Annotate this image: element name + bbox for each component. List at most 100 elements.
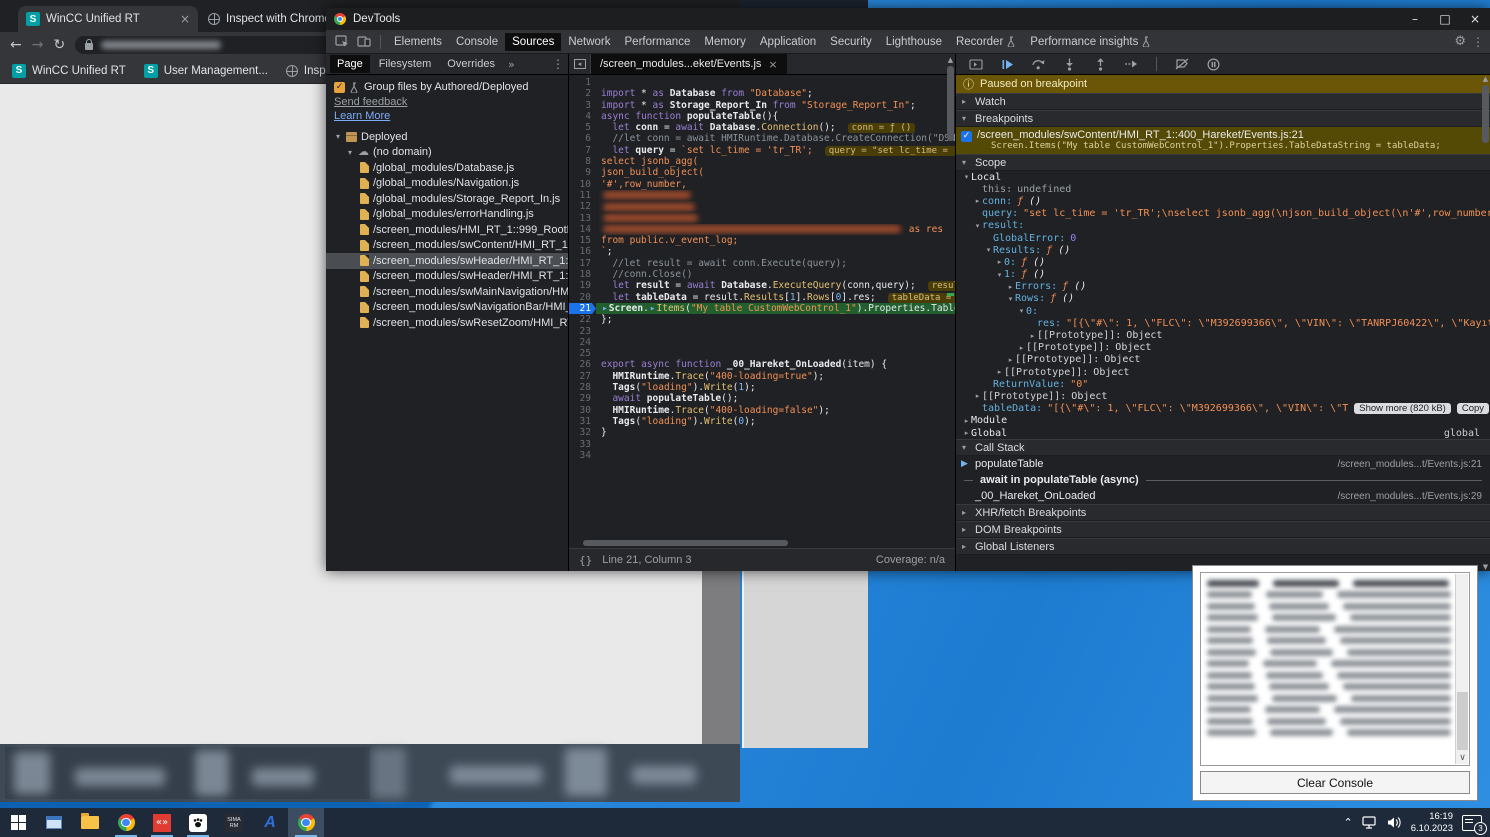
scope-row[interactable]: ▸0:ƒ () [956,256,1490,268]
scope-row[interactable]: GlobalError:0 [956,232,1490,244]
line-number[interactable]: 32 [569,427,596,438]
tree-file[interactable]: /screen_modules/swHeader/HMI_RT_1::Heade… [326,253,568,269]
paw-app-icon[interactable] [180,808,216,837]
navigator-tab-page[interactable]: Page [330,55,370,73]
line-number[interactable]: 23 [569,326,596,337]
toggle-sidebar-icon[interactable] [966,55,986,73]
debugger-scrollbar[interactable]: ▲ ▼ [1481,75,1490,571]
breakpoint-entry[interactable]: ✓ /screen_modules/swContent/HMI_RT_1::40… [956,127,1490,154]
red-app-icon[interactable]: «» [144,808,180,837]
pretty-print-icon[interactable]: {} [579,554,592,567]
scroll-down-icon[interactable]: ▼ [1481,563,1490,571]
tree-file[interactable]: /global_modules/Database.js [326,160,568,176]
devtools-tab-performance[interactable]: Performance [618,33,698,51]
volume-icon[interactable] [1387,816,1402,829]
devtools-tab-lighthouse[interactable]: Lighthouse [879,33,949,51]
back-button[interactable]: ← [10,37,22,53]
device-toolbar-icon[interactable] [354,33,374,51]
scope-row[interactable]: res:"[{\"#\": 1, \"FLC\": \"M392699366\"… [956,317,1490,329]
scope-row[interactable]: ▸conn:ƒ () [956,195,1490,207]
tree-node-domain[interactable]: ▾ ☁ (no domain) [326,145,568,161]
call-stack-frame[interactable]: _00_Hareket_OnLoaded/screen_modules...t/… [956,488,1490,504]
scrollbar-thumb[interactable] [947,66,954,141]
tree-file[interactable]: /global_modules/errorHandling.js [326,207,568,223]
line-number[interactable]: 34 [569,450,596,461]
navigator-tab--[interactable]: » [504,58,519,71]
start-button[interactable] [0,808,36,837]
devtools-tab-memory[interactable]: Memory [697,33,753,51]
learn-more-link[interactable]: Learn More [326,109,568,123]
chrome-active-taskbar-icon[interactable] [288,808,324,837]
log-console-content[interactable]: ∨ [1200,572,1470,766]
line-number[interactable]: 25 [569,348,596,359]
devtools-tab-sources[interactable]: Sources [505,33,561,51]
tree-file[interactable]: /screen_modules/swNavigationBar/HMI_RT_1… [326,300,568,316]
line-number[interactable]: 21 [569,303,596,314]
line-number[interactable]: 28 [569,382,596,393]
taskbar-system-app-icon[interactable] [36,808,72,837]
scope-row[interactable]: ▸Globalglobal [956,427,1490,439]
deactivate-breakpoints-icon[interactable] [1172,55,1192,73]
tree-file[interactable]: /global_modules/Navigation.js [326,176,568,192]
line-number[interactable]: 2 [569,88,596,99]
browser-tab-wincc[interactable]: S WinCC Unified RT × [18,6,198,32]
forward-button[interactable]: → [32,37,44,53]
scope-row[interactable]: ▾1:ƒ () [956,269,1490,281]
line-number[interactable]: 6 [569,133,596,144]
devtools-tab-console[interactable]: Console [449,33,505,51]
line-number[interactable]: 18 [569,269,596,280]
clear-console-button[interactable]: Clear Console [1200,771,1470,794]
scope-row[interactable]: this:undefined [956,183,1490,195]
scope-row[interactable]: ▾Results:ƒ () [956,244,1490,256]
devtools-title-bar[interactable]: DevTools – □ × [326,8,1490,30]
scroll-up-icon[interactable]: ▲ [1481,75,1490,83]
navigator-tab-filesystem[interactable]: Filesystem [372,55,439,73]
devtools-tab-network[interactable]: Network [561,33,617,51]
scroll-down-icon[interactable]: ∨ [1456,753,1469,763]
scope-row[interactable]: ▸[[Prototype]]:Object [956,390,1490,402]
section-scope[interactable]: ▾ Scope [956,154,1490,171]
bookmark-user-management-[interactable]: SUser Management... [144,64,268,78]
section-call-stack[interactable]: ▾ Call Stack [956,439,1490,456]
breakpoint-checkbox[interactable]: ✓ [961,131,972,142]
step-out-icon[interactable] [1090,55,1110,73]
scope-row[interactable]: ▾Rows:ƒ () [956,293,1490,305]
line-number[interactable]: 31 [569,416,596,427]
line-number[interactable]: 14 [569,224,596,235]
tree-file[interactable]: /screen_modules/swContent/HMI_RT_1::400_… [326,238,568,254]
devtools-tab-elements[interactable]: Elements [387,33,449,51]
line-number[interactable]: 4 [569,111,596,122]
line-number[interactable]: 7 [569,145,596,156]
network-icon[interactable] [1362,816,1378,829]
code-editor[interactable]: 12import * as Database from "Database";3… [569,75,955,538]
browser-tab-inspect[interactable]: Inspect with Chrome Dev [200,6,328,32]
inspect-element-icon[interactable] [332,33,352,51]
tab-close-icon[interactable]: × [180,12,190,26]
devtools-tab-recorder[interactable]: Recorder [949,33,1023,51]
section-watch[interactable]: ▸ Watch [956,93,1490,110]
group-files-row[interactable]: ✓ Group files by Authored/Deployed [326,79,568,95]
tray-expand-icon[interactable]: ⌃ [1344,816,1353,829]
line-number[interactable]: 27 [569,371,596,382]
line-number[interactable]: 8 [569,156,596,167]
scrollbar-thumb[interactable] [583,540,788,546]
maximize-button[interactable]: □ [1430,8,1460,30]
send-feedback-link[interactable]: Send feedback [326,95,568,109]
step-icon[interactable] [1121,55,1141,73]
step-over-icon[interactable] [1028,55,1048,73]
devtools-tab-application[interactable]: Application [753,33,823,51]
devtools-tab-performance-insights[interactable]: Performance insights [1023,33,1158,51]
scrollbar-thumb[interactable] [1482,85,1489,143]
line-number[interactable]: 13 [569,213,596,224]
line-number[interactable]: 9 [569,167,596,178]
scroll-up-icon[interactable]: ▲ [946,56,955,64]
scope-row[interactable]: tableData:"[{\"#\": 1, \"FLC\": \"M39269… [956,403,1490,415]
line-number[interactable]: 5 [569,122,596,133]
line-number[interactable]: 20 [569,292,596,303]
line-number[interactable]: 19 [569,280,596,291]
scope-row[interactable]: ▸[[Prototype]]:Object [956,329,1490,341]
section-breakpoints[interactable]: ▾ Breakpoints [956,110,1490,127]
line-number[interactable]: 15 [569,235,596,246]
hide-navigator-icon[interactable]: ◂ [569,54,591,74]
scope-row[interactable]: ▸Module [956,415,1490,427]
